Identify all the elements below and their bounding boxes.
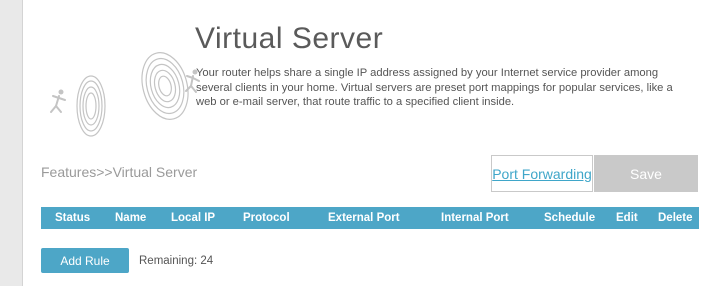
remaining-count: 24 (200, 255, 214, 267)
content-panel: Virtual Server Your router helps share a… (22, 0, 721, 286)
port-forwarding-link[interactable]: Port Forwarding (492, 166, 592, 182)
port-forwarding-button[interactable]: Port Forwarding (491, 155, 593, 192)
column-header-delete: Delete (658, 212, 693, 224)
save-button[interactable]: Save (594, 155, 698, 192)
spiral-portal-icon (141, 52, 189, 120)
rules-table-header: Status Name Local IP Protocol External P… (41, 207, 699, 229)
column-header-edit: Edit (616, 212, 638, 224)
column-header-schedule: Schedule (544, 212, 596, 224)
column-header-local-ip: Local IP (171, 212, 216, 224)
remaining-label: Remaining: (139, 255, 198, 267)
column-header-status: Status (55, 212, 91, 224)
remaining-rules-indicator: Remaining: 24 (139, 255, 213, 267)
page-title: Virtual Server (195, 22, 384, 55)
column-header-internal-port: Internal Port (441, 212, 509, 224)
column-header-protocol: Protocol (243, 212, 290, 224)
add-rule-button[interactable]: Add Rule (41, 248, 129, 273)
hero-illustration (50, 52, 200, 137)
breadcrumb: Features>>Virtual Server (41, 164, 198, 180)
column-header-name: Name (115, 212, 147, 224)
running-person-icon (50, 89, 66, 113)
column-header-external-port: External Port (328, 212, 400, 224)
spiral-portal-icon (76, 75, 106, 137)
page-description: Your router helps share a single IP addr… (196, 67, 673, 108)
